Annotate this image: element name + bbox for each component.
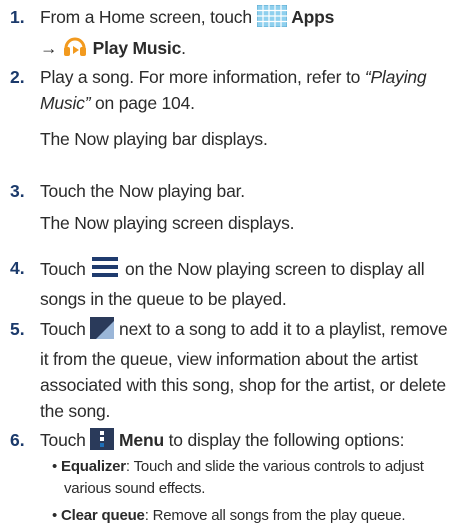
step-text-part: Touch	[40, 430, 86, 450]
option-term: Equalizer	[61, 458, 126, 475]
option-description: various sound effects.	[64, 480, 206, 497]
step-text-part: to display the following options:	[168, 430, 405, 450]
step-text-part: on page 104.	[90, 93, 195, 113]
step-text-part: the song.	[40, 401, 111, 421]
step-number: 6.	[10, 430, 25, 450]
menu-label: Menu	[119, 430, 164, 450]
step-text: Touch the Now playing bar. The Now playi…	[40, 178, 468, 236]
queue-list-icon	[90, 255, 120, 286]
step-text-part: Play a song. For more information, refer…	[40, 67, 361, 87]
step-number: 1.	[10, 7, 25, 27]
option-separator: :	[144, 507, 153, 524]
step-text: Play a song. For more information, refer…	[40, 64, 468, 152]
step-number: 5.	[10, 319, 25, 339]
step-number: 4.	[10, 258, 25, 278]
step-text-part: it from the queue, view information abou…	[40, 349, 418, 369]
step-text-part: next to a song to add it to a playlist, …	[119, 319, 448, 339]
bullet-glyph: •	[52, 507, 58, 524]
option-term: Clear queue	[61, 507, 145, 524]
step-text: Touch next to a song to add it to a play…	[40, 316, 468, 424]
step-text: Touch Menu to display the following opti…	[40, 427, 468, 457]
step-text-part: Touch the Now playing bar.	[40, 181, 245, 201]
step-result: The Now playing bar displays.	[40, 129, 268, 149]
step-text-part: Touch	[40, 259, 86, 279]
apps-label: Apps	[291, 7, 335, 27]
apps-grid-icon	[256, 4, 288, 34]
option-description: Touch and slide the various controls to …	[133, 458, 424, 475]
step-text: From a Home screen, touch Apps → Play Mu…	[40, 4, 468, 65]
manual-page: 1. From a Home screen, touch Apps → Play…	[0, 0, 472, 529]
step-text-part: Touch	[40, 319, 86, 339]
menu-dots-icon	[90, 428, 115, 457]
bullet-glyph: •	[52, 458, 58, 475]
play-music-label: Play Music	[92, 38, 182, 58]
step-number: 3.	[10, 181, 25, 201]
step-text: Touch on the Now playing screen to displ…	[40, 255, 468, 312]
step-text-part: on the Now playing screen to display all	[125, 259, 425, 279]
option-description: Remove all songs from the play queue.	[152, 507, 406, 524]
step-result: The Now playing screen displays.	[40, 213, 295, 233]
step-text-end: .	[181, 38, 186, 58]
option-separator: :	[125, 458, 134, 475]
overflow-triangle-icon	[90, 317, 115, 346]
option-equalizer: • Equalizer: Touch and slide the various…	[52, 456, 466, 500]
step-text-part: songs in the queue to be played.	[40, 289, 287, 309]
step-number: 2.	[10, 67, 25, 87]
option-clear-queue: • Clear queue: Remove all songs from the…	[52, 505, 466, 527]
play-music-headphones-icon	[62, 34, 88, 65]
step-text-part: associated with this song, shop for the …	[40, 375, 446, 395]
arrow-glyph: →	[40, 38, 58, 58]
step-text-part: From a Home screen, touch	[40, 7, 252, 27]
